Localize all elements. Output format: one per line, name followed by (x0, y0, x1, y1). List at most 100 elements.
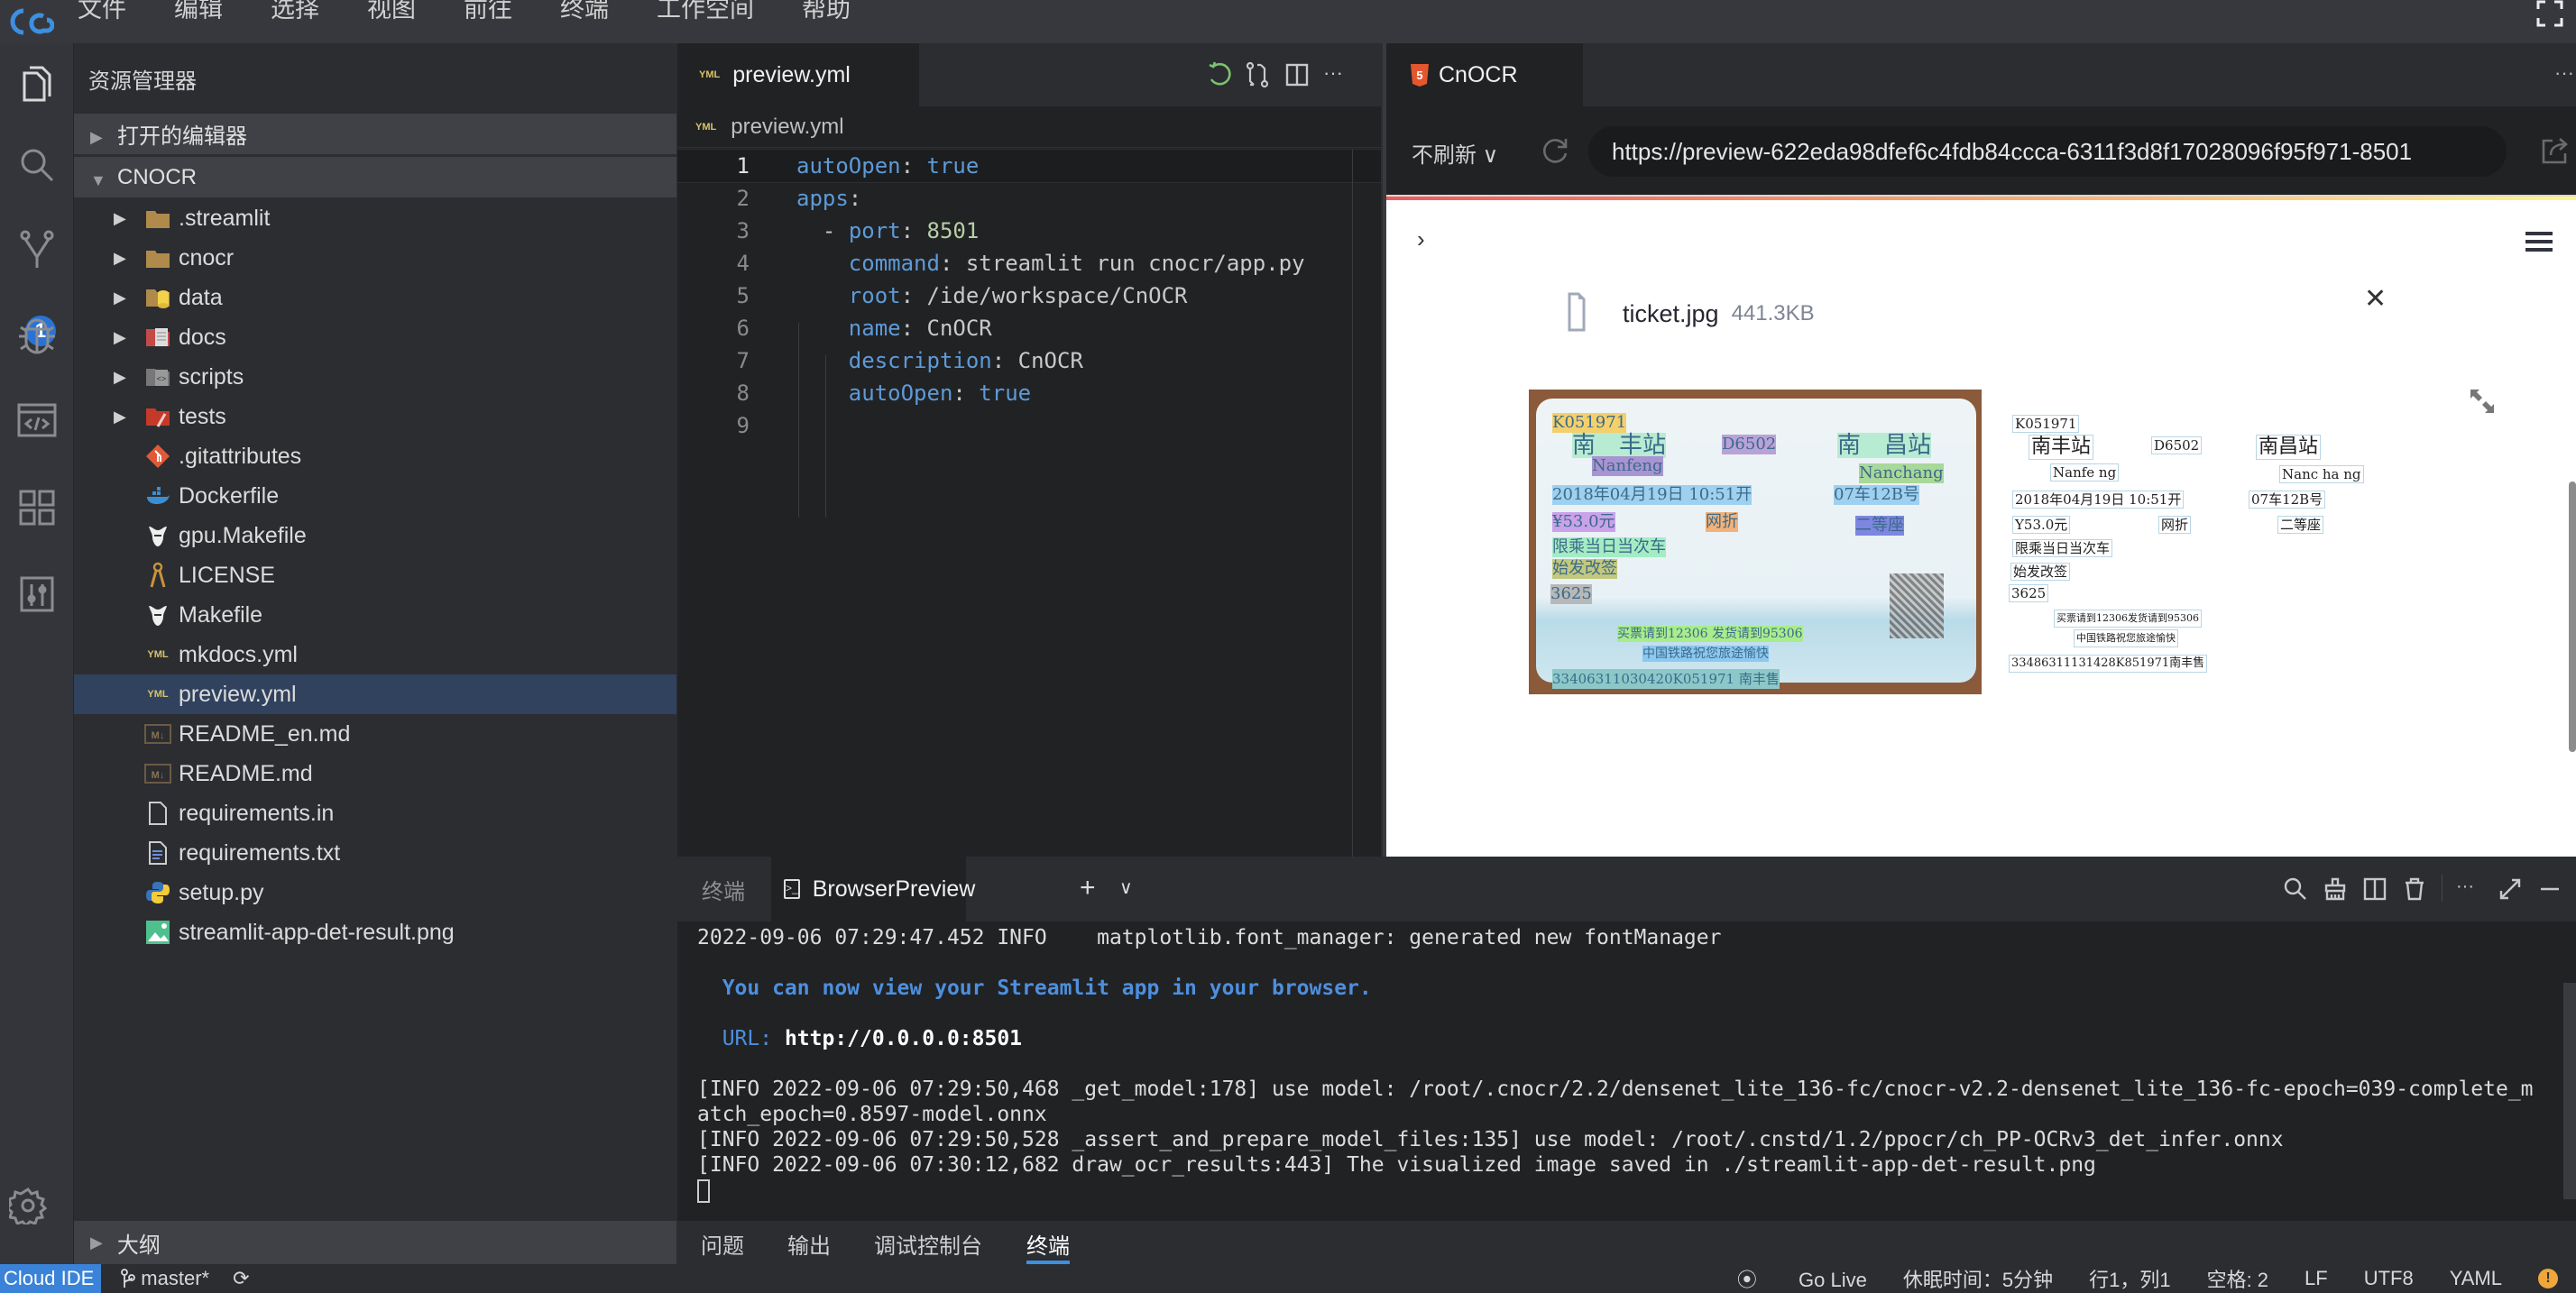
terminal-output[interactable]: 2022-09-06 07:29:47.452 INFO matplotlib.… (697, 925, 2555, 1203)
cursor-position[interactable]: 行1，列1 (2089, 1264, 2170, 1293)
terminal-scrollbar[interactable] (2563, 983, 2576, 1199)
indentation[interactable]: 空格: 2 (2207, 1264, 2268, 1293)
tree-file-gpu-makefile[interactable]: gpu.Makefile (74, 516, 676, 555)
tree-file-license[interactable]: LICENSE (74, 555, 676, 595)
code-line[interactable]: 6 name: CnOCR (677, 312, 1381, 344)
code-line[interactable]: 3 - port: 8501 (677, 215, 1381, 247)
debug-icon[interactable] (9, 307, 65, 362)
code-line[interactable]: 5 root: /ide/workspace/CnOCR (677, 280, 1381, 312)
menu-view[interactable]: 视图 (367, 0, 416, 23)
tree-file-requirements-txt[interactable]: requirements.txt (74, 833, 676, 873)
menu-file[interactable]: 文件 (78, 0, 126, 23)
tree-file-requirements-in[interactable]: requirements.in (74, 793, 676, 833)
tree-file-makefile[interactable]: Makefile (74, 595, 676, 635)
language-mode[interactable]: YAML (2450, 1267, 2502, 1290)
code-line[interactable]: 2 apps: (677, 182, 1381, 215)
maximize-panel-icon[interactable] (2498, 876, 2523, 902)
tab-problems[interactable]: 问题 (701, 1228, 744, 1260)
chevron-down-icon[interactable]: ∨ (1119, 876, 1133, 899)
chevron-right-icon[interactable]: ▶ (114, 368, 126, 387)
menu-edit[interactable]: 编辑 (174, 0, 223, 23)
chevron-right-icon[interactable]: ▶ (114, 209, 126, 228)
chevron-right-icon[interactable]: ▶ (114, 328, 126, 347)
code-line[interactable]: 4 command: streamlit run cnocr/app.py (677, 247, 1381, 280)
outline-section[interactable]: ▶ 大纲 (74, 1221, 676, 1264)
search-icon[interactable] (9, 137, 65, 193)
menu-select[interactable]: 选择 (271, 0, 319, 23)
code-line[interactable]: 9 (677, 409, 1381, 442)
menu-help[interactable]: 帮助 (802, 0, 851, 23)
clear-terminal-icon[interactable] (2323, 876, 2348, 902)
tree-folder-scripts[interactable]: ▶ <> scripts (74, 357, 676, 397)
tree-folder-data[interactable]: ▶ data (74, 278, 676, 317)
tree-folder-streamlit[interactable]: ▶ .streamlit (74, 198, 676, 238)
chevron-right-icon[interactable]: ▶ (114, 408, 126, 426)
tree-folder-tests[interactable]: ▶ tests (74, 397, 676, 436)
remove-file-button[interactable]: ✕ (2364, 283, 2387, 315)
menu-terminal[interactable]: 终端 (560, 0, 609, 23)
tree-folder-docs[interactable]: ▶ docs (74, 317, 676, 357)
refresh-mode-dropdown[interactable]: 不刷新 ∨ (1412, 137, 1498, 169)
status-branch[interactable]: master* (121, 1267, 209, 1290)
explorer-icon[interactable] (9, 56, 65, 112)
open-external-icon[interactable] (2540, 135, 2571, 166)
tree-file-readme-en-md[interactable]: M↓ README_en.md (74, 714, 676, 754)
end-of-line[interactable]: LF (2305, 1267, 2328, 1290)
code-line[interactable]: 1 autoOpen: true (676, 149, 1382, 183)
more-actions-icon[interactable]: ··· (2456, 876, 2481, 902)
code-line[interactable]: 7 description: CnOCR (677, 344, 1381, 377)
breadcrumb-file[interactable]: preview.yml (731, 115, 843, 140)
tab-debug-console[interactable]: 调试控制台 (874, 1228, 982, 1260)
more-actions-icon[interactable]: ··· (1323, 61, 1350, 88)
menu-workspace[interactable]: 工作空间 (657, 0, 754, 23)
reload-icon[interactable] (1540, 135, 1570, 166)
settings-gear-icon[interactable] (5, 1187, 48, 1228)
go-live-button[interactable]: ⦿ Go Live (1737, 1264, 1867, 1293)
sync-icon[interactable]: ⟳ (233, 1267, 249, 1290)
tree-file-setup-py[interactable]: setup.py (74, 873, 676, 912)
compare-changes-icon[interactable] (1244, 61, 1271, 88)
encoding[interactable]: UTF8 (2364, 1267, 2414, 1290)
tree-folder-cnocr[interactable]: ▶ cnocr (74, 238, 676, 278)
tree-file-gitattributes[interactable]: .gitattributes (74, 436, 676, 476)
menu-go[interactable]: 前往 (464, 0, 512, 23)
source-control-icon[interactable] (9, 222, 65, 278)
tab-terminal[interactable]: 终端 (677, 857, 769, 922)
add-terminal-icon[interactable]: + (1080, 873, 1096, 903)
tab-terminal-bottom[interactable]: 终端 (1026, 1228, 1070, 1260)
chevron-right-icon[interactable]: ▶ (114, 289, 126, 307)
local-url[interactable]: http://0.0.0.0:8501 (785, 1027, 1022, 1050)
tab-output[interactable]: 输出 (787, 1228, 831, 1260)
sleep-time[interactable]: 休眠时间：5分钟 (1903, 1264, 2053, 1293)
tab-preview-yml[interactable]: YML preview.yml (677, 43, 919, 106)
status-brand[interactable]: Cloud IDE (0, 1264, 102, 1293)
minimize-panel-icon[interactable] (2537, 876, 2562, 902)
expand-sidebar-icon[interactable]: › (1417, 225, 1425, 253)
fullscreen-icon[interactable] (2536, 0, 2563, 27)
split-terminal-icon[interactable] (2362, 876, 2387, 902)
tree-file-preview-yml[interactable]: YML preview.yml (74, 674, 676, 714)
tab-browserpreview[interactable]: >_ BrowserPreview (771, 857, 975, 922)
extensions-icon[interactable] (9, 480, 65, 536)
code-line[interactable]: 8 autoOpen: true (677, 377, 1381, 409)
project-section[interactable]: ▼ CNOCR (74, 157, 676, 197)
trash-icon[interactable] (2402, 876, 2427, 902)
settings-panel-icon[interactable] (9, 566, 65, 622)
more-actions-icon[interactable]: ··· (2554, 61, 2574, 85)
open-editors-section[interactable]: ▶ 打开的编辑器 (74, 114, 676, 154)
browser-preview-icon[interactable] (9, 393, 65, 449)
tree-file-streamlit-app-det-result-png[interactable]: streamlit-app-det-result.png (74, 912, 676, 952)
url-input[interactable] (1588, 126, 2507, 177)
refresh-preview-icon[interactable] (1206, 61, 1233, 88)
scrollbar[interactable] (2569, 481, 2576, 752)
chevron-right-icon[interactable]: ▶ (114, 249, 126, 268)
code-editor[interactable]: 1 autoOpen: true 2 apps: 3 - port: 8501 4 com… (676, 149, 1382, 442)
view-fullscreen-icon[interactable] (2469, 388, 2496, 415)
hamburger-menu-icon[interactable] (2525, 231, 2553, 252)
search-icon[interactable] (2283, 876, 2308, 902)
split-editor-icon[interactable] (1283, 61, 1311, 88)
tree-file-readme-md[interactable]: M↓ README.md (74, 754, 676, 793)
tree-file-mkdocs-yml[interactable]: YML mkdocs.yml (74, 635, 676, 674)
warning-icon[interactable]: ! (2538, 1269, 2558, 1288)
tree-file-dockerfile[interactable]: Dockerfile (74, 476, 676, 516)
